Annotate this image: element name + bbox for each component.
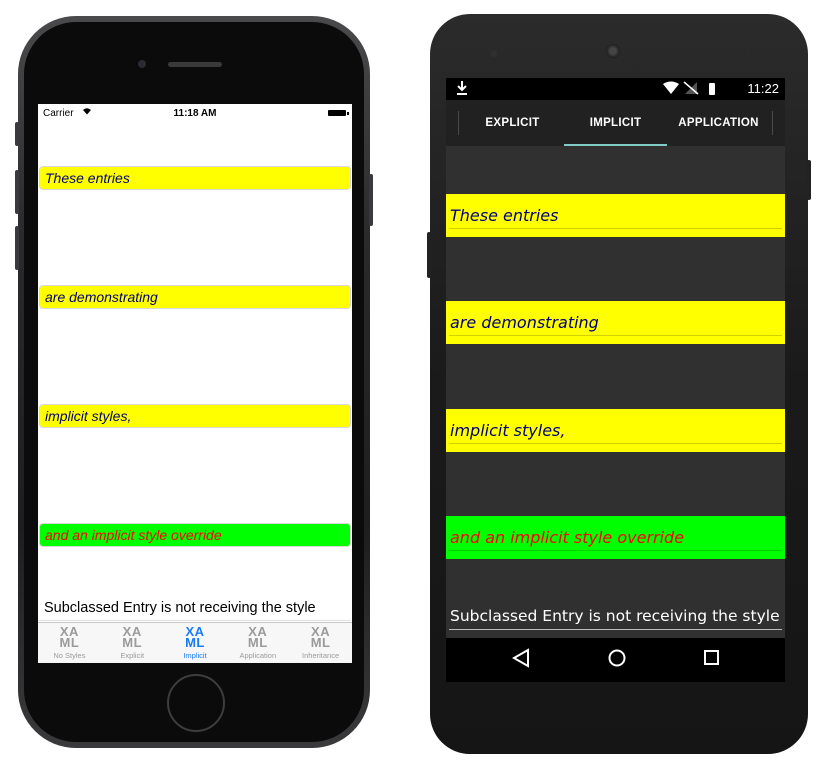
ios-entry-implicit-styles[interactable]: implicit styles, [39,404,351,428]
tab-implicit[interactable]: IMPLICIT [564,100,667,146]
entry-text: are demonstrating [450,313,599,332]
tab-divider [772,111,773,135]
iphone-speaker-grille [168,62,222,67]
android-screen: 11:22 EXPLICIT IMPLICIT APPLICATION Thes… [446,78,785,682]
android-tab-bar: EXPLICIT IMPLICIT APPLICATION [446,100,785,146]
battery-icon [709,83,715,95]
tab-label: Explicit [120,651,145,660]
iphone-home-button[interactable] [167,674,225,732]
android-navigation-bar [446,638,785,682]
recents-square-icon[interactable] [703,648,721,674]
tab-application[interactable]: APPLICATION [667,100,770,146]
android-entry-style-override[interactable]: and an implicit style override [446,516,785,559]
back-triangle-icon[interactable] [511,648,530,674]
xaml-icon: XA ML [247,624,268,650]
iphone-front-camera-icon [138,60,146,68]
ios-subclassed-entry[interactable]: Subclassed Entry is not receiving the st… [39,597,351,621]
xaml-icon: XA ML [122,624,143,650]
entry-text: Subclassed Entry is not receiving the st… [450,607,780,625]
iphone-mute-switch [15,122,19,146]
ios-entry-these-entries[interactable]: These entries [39,166,351,190]
tab-application[interactable]: XA ML Application [226,623,289,663]
android-sensor-icon [733,50,738,55]
tab-label: Application [239,651,277,660]
tab-label: Inheritance [302,651,340,660]
android-subclassed-entry[interactable]: Subclassed Entry is not receiving the st… [446,594,785,637]
android-status-bar: 11:22 [446,78,785,100]
android-power-button [807,160,811,200]
wifi-icon [663,81,679,94]
android-front-camera-icon [490,50,497,57]
entry-text: implicit styles, [450,421,566,440]
tab-explicit[interactable]: EXPLICIT [461,100,564,146]
android-entry-these-entries[interactable]: These entries [446,194,785,237]
entry-text: These entries [450,206,559,225]
entry-text: and an implicit style override [450,528,685,547]
android-entry-implicit-styles[interactable]: implicit styles, [446,409,785,452]
android-clock: 11:22 [747,81,779,96]
ios-screen: Carrier 11:18 AM These entries are demon… [38,104,352,663]
ios-entry-style-override[interactable]: and an implicit style override [39,523,351,547]
battery-icon [328,110,349,116]
android-signal-icons [663,81,703,98]
android-earpiece-icon [606,44,620,58]
iphone-power-button [369,174,373,226]
tab-inheritance[interactable]: XA ML Inheritance [289,623,352,663]
ios-status-bar: Carrier 11:18 AM [38,104,352,124]
tab-implicit[interactable]: XA ML Implicit [164,623,227,663]
download-icon [456,80,468,99]
xaml-icon: XA ML [310,624,331,650]
ios-clock: 11:18 AM [173,108,217,119]
android-entry-are-demonstrating[interactable]: are demonstrating [446,301,785,344]
xaml-icon: XA ML [185,624,205,650]
tab-explicit[interactable]: XA ML Explicit [101,623,164,663]
ios-tab-bar: XA ML No Styles XA ML Explicit XA ML Implic… [38,622,352,663]
ios-entry-are-demonstrating[interactable]: are demonstrating [39,285,351,309]
android-volume-button [427,232,431,278]
home-circle-icon[interactable] [607,648,627,674]
tab-label: Implicit [183,651,207,660]
tab-label: No Styles [53,651,86,660]
iphone-volume-up-button [15,170,19,214]
iphone-volume-down-button [15,226,19,270]
tab-no-styles[interactable]: XA ML No Styles [38,623,101,663]
tab-divider [458,111,459,135]
android-sensor-icon [745,50,750,55]
xaml-icon: XA ML [59,624,80,650]
